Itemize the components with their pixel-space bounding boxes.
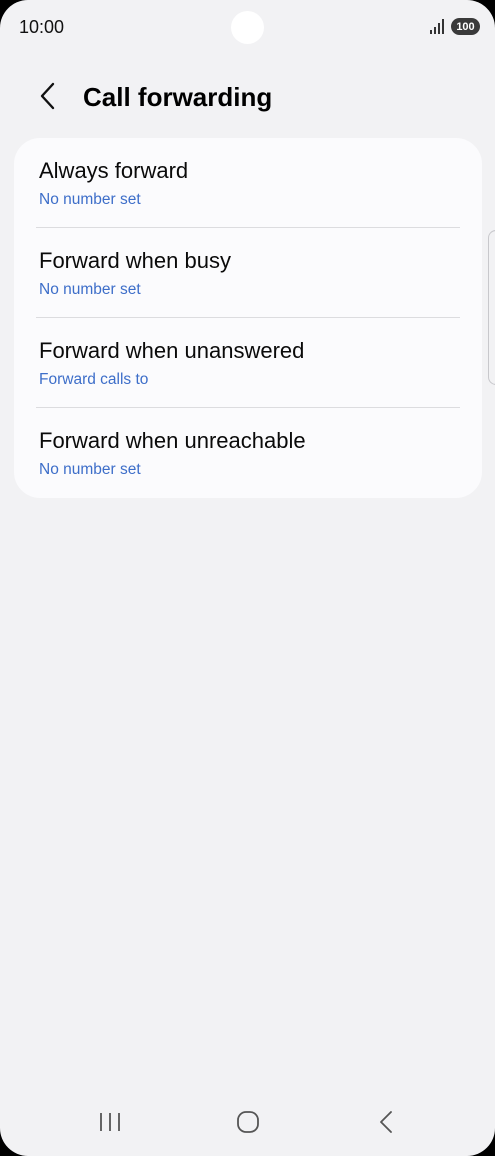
- app-header: Call forwarding: [0, 70, 495, 126]
- option-title: Always forward: [39, 158, 189, 183]
- option-subtitle: No number set: [39, 191, 141, 208]
- option-forward-when-unanswered[interactable]: Forward when unanswered Forward calls to: [14, 318, 482, 408]
- recent-apps-button[interactable]: [86, 1108, 134, 1140]
- front-camera-cutout: [231, 11, 264, 44]
- edge-panel-handle[interactable]: [488, 230, 495, 385]
- option-title: Forward when unanswered: [39, 338, 305, 363]
- option-subtitle: No number set: [39, 281, 141, 298]
- status-bar: 10:00 100: [0, 0, 495, 56]
- page-title: Call forwarding: [83, 82, 273, 112]
- option-title: Forward when unreachable: [39, 428, 306, 453]
- home-icon: [236, 1110, 260, 1139]
- option-subtitle: Forward calls to: [39, 371, 149, 388]
- option-forward-when-busy[interactable]: Forward when busy No number set: [14, 228, 482, 318]
- option-subtitle: No number set: [39, 461, 141, 478]
- back-button[interactable]: [30, 78, 64, 118]
- option-title: Forward when busy: [39, 248, 231, 273]
- signal-icon: [429, 19, 445, 34]
- back-nav-button[interactable]: [362, 1108, 410, 1140]
- forwarding-options-card: Always forward No number set Forward whe…: [14, 138, 482, 498]
- battery-icon: 100: [451, 18, 480, 35]
- navigation-bar: [0, 1096, 495, 1156]
- option-forward-when-unreachable[interactable]: Forward when unreachable No number set: [14, 408, 482, 498]
- option-always-forward[interactable]: Always forward No number set: [14, 138, 482, 228]
- call-forwarding-screen: 10:00 100 Call forwarding Always forward: [0, 0, 495, 1156]
- back-icon: [378, 1110, 394, 1139]
- chevron-left-icon: [39, 82, 55, 115]
- home-button[interactable]: [224, 1108, 272, 1140]
- status-time: 10:00: [19, 17, 65, 37]
- recent-apps-icon: [98, 1111, 122, 1138]
